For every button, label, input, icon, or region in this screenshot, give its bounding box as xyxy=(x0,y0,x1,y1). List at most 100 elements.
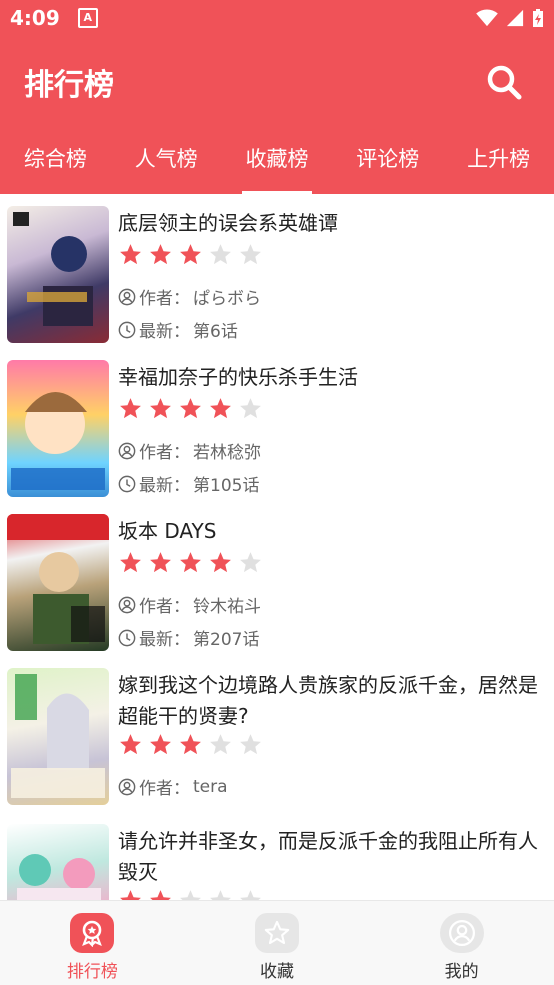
tab-comments[interactable]: 评论榜 xyxy=(332,126,443,194)
star-icon xyxy=(210,890,231,900)
tab-label: 评论榜 xyxy=(356,147,420,171)
list-item[interactable]: 嫁到我这个边境路人贵族家的反派千金，居然是超能干的贤妻? 作者： tera xyxy=(0,658,554,814)
nav-label: 我的 xyxy=(444,962,479,982)
status-bar: 4:09 A xyxy=(0,0,554,36)
author-row: 作者： tera xyxy=(118,774,228,799)
nav-favorites[interactable]: 收藏 xyxy=(185,901,370,985)
clock-icon xyxy=(118,629,136,646)
star-icon xyxy=(120,734,141,755)
author-prefix: 作者： xyxy=(139,289,190,309)
search-icon[interactable] xyxy=(486,64,522,100)
tab-label: 综合榜 xyxy=(23,147,87,171)
author-name: tera xyxy=(193,776,228,797)
nav-label: 收藏 xyxy=(260,962,294,982)
active-tab-indicator xyxy=(241,191,312,194)
star-icon xyxy=(240,398,261,419)
star-icon xyxy=(180,552,201,573)
nav-label: 排行榜 xyxy=(66,962,118,982)
latest-prefix: 最新： xyxy=(139,476,190,496)
page-title: 排行榜 xyxy=(24,68,114,103)
ranking-list: 底层领主的误会系英雄谭 作者： ぱらボら 最新： 第6话 幸福加奈子的快乐杀手生… xyxy=(0,196,554,900)
rating-stars xyxy=(118,888,263,900)
rating-stars xyxy=(118,732,263,757)
author-row: 作者： 铃木祐斗 xyxy=(118,592,261,617)
star-icon xyxy=(150,398,171,419)
user-icon xyxy=(118,778,136,795)
star-icon xyxy=(180,244,201,265)
author-prefix: 作者： xyxy=(139,597,190,617)
notification-icon: A xyxy=(77,8,98,28)
user-icon xyxy=(118,442,136,459)
author-prefix: 作者： xyxy=(139,443,190,463)
tab-label: 上升榜 xyxy=(467,147,531,171)
user-icon xyxy=(118,288,136,305)
tab-favorites[interactable]: 收藏榜 xyxy=(222,126,333,194)
latest-chapter: 第207话 xyxy=(193,630,260,650)
latest-prefix: 最新： xyxy=(139,630,190,650)
star-icon xyxy=(150,890,171,900)
star-icon xyxy=(240,734,261,755)
tab-label: 人气榜 xyxy=(134,147,198,171)
star-icon xyxy=(210,398,231,419)
tab-popular[interactable]: 人气榜 xyxy=(111,126,222,194)
nav-profile[interactable]: 我的 xyxy=(369,901,554,985)
nav-ranking[interactable]: 排行榜 xyxy=(0,901,185,985)
status-time: 4:09 xyxy=(10,6,60,30)
manga-title: 坂本 DAYS xyxy=(118,519,217,543)
rating-stars xyxy=(118,396,263,421)
author-name: ぱらボら xyxy=(193,289,261,309)
manga-title: 嫁到我这个边境路人贵族家的反派千金，居然是超能干的贤妻? xyxy=(118,673,538,728)
user-icon xyxy=(118,596,136,613)
star-icon xyxy=(180,398,201,419)
profile-icon xyxy=(439,913,484,953)
star-icon xyxy=(120,398,141,419)
tab-bar: 综合榜 人气榜 收藏榜 评论榜 上升榜 xyxy=(0,126,554,194)
star-icon xyxy=(120,890,141,900)
star-icon xyxy=(120,552,141,573)
clock-icon xyxy=(118,321,136,338)
author-row: 作者： ぱらボら xyxy=(118,284,261,309)
author-row: 作者： 若林稔弥 xyxy=(118,438,261,463)
app-bar: 排行榜 xyxy=(0,36,554,126)
wifi-icon xyxy=(476,9,498,27)
tab-label: 收藏榜 xyxy=(245,147,309,171)
cover-image xyxy=(7,206,109,343)
cover-image xyxy=(7,514,109,651)
star-icon xyxy=(150,734,171,755)
latest-chapter: 第105话 xyxy=(193,476,260,496)
tab-rising[interactable]: 上升榜 xyxy=(443,126,554,194)
cover-image xyxy=(7,668,109,805)
star-icon xyxy=(180,734,201,755)
star-icon xyxy=(150,552,171,573)
latest-row: 最新： 第207话 xyxy=(118,625,259,650)
manga-title: 请允许并非圣女，而是反派千金的我阻止所有人毁灭 xyxy=(118,829,538,884)
latest-row: 最新： 第6话 xyxy=(118,317,238,342)
star-icon xyxy=(240,552,261,573)
battery-icon xyxy=(533,9,543,27)
bottom-nav: 排行榜 收藏 我的 xyxy=(0,900,554,985)
latest-chapter: 第6话 xyxy=(193,322,238,342)
manga-title: 幸福加奈子的快乐杀手生活 xyxy=(118,365,358,389)
star-icon xyxy=(180,890,201,900)
list-item[interactable]: 幸福加奈子的快乐杀手生活 作者： 若林稔弥 最新： 第105话 xyxy=(0,350,554,504)
tab-overall[interactable]: 综合榜 xyxy=(0,126,111,194)
author-name: 若林稔弥 xyxy=(193,443,261,463)
author-prefix: 作者： xyxy=(139,779,190,799)
star-icon xyxy=(210,734,231,755)
author-name: 铃木祐斗 xyxy=(193,597,261,617)
rating-stars xyxy=(118,550,263,575)
list-item[interactable]: 坂本 DAYS 作者： 铃木祐斗 最新： 第207话 xyxy=(0,504,554,658)
star-icon xyxy=(150,244,171,265)
star-icon xyxy=(210,552,231,573)
list-item[interactable]: 请允许并非圣女，而是反派千金的我阻止所有人毁灭 xyxy=(0,814,554,900)
cover-image xyxy=(7,824,109,900)
signal-icon xyxy=(506,9,524,27)
star-icon xyxy=(210,244,231,265)
rating-stars xyxy=(118,242,263,267)
ranking-icon xyxy=(70,913,115,953)
list-item[interactable]: 底层领主的误会系英雄谭 作者： ぱらボら 最新： 第6话 xyxy=(0,196,554,350)
cover-image xyxy=(7,360,109,497)
star-icon xyxy=(120,244,141,265)
star-outline-icon xyxy=(255,913,299,953)
latest-row: 最新： 第105话 xyxy=(118,471,259,496)
